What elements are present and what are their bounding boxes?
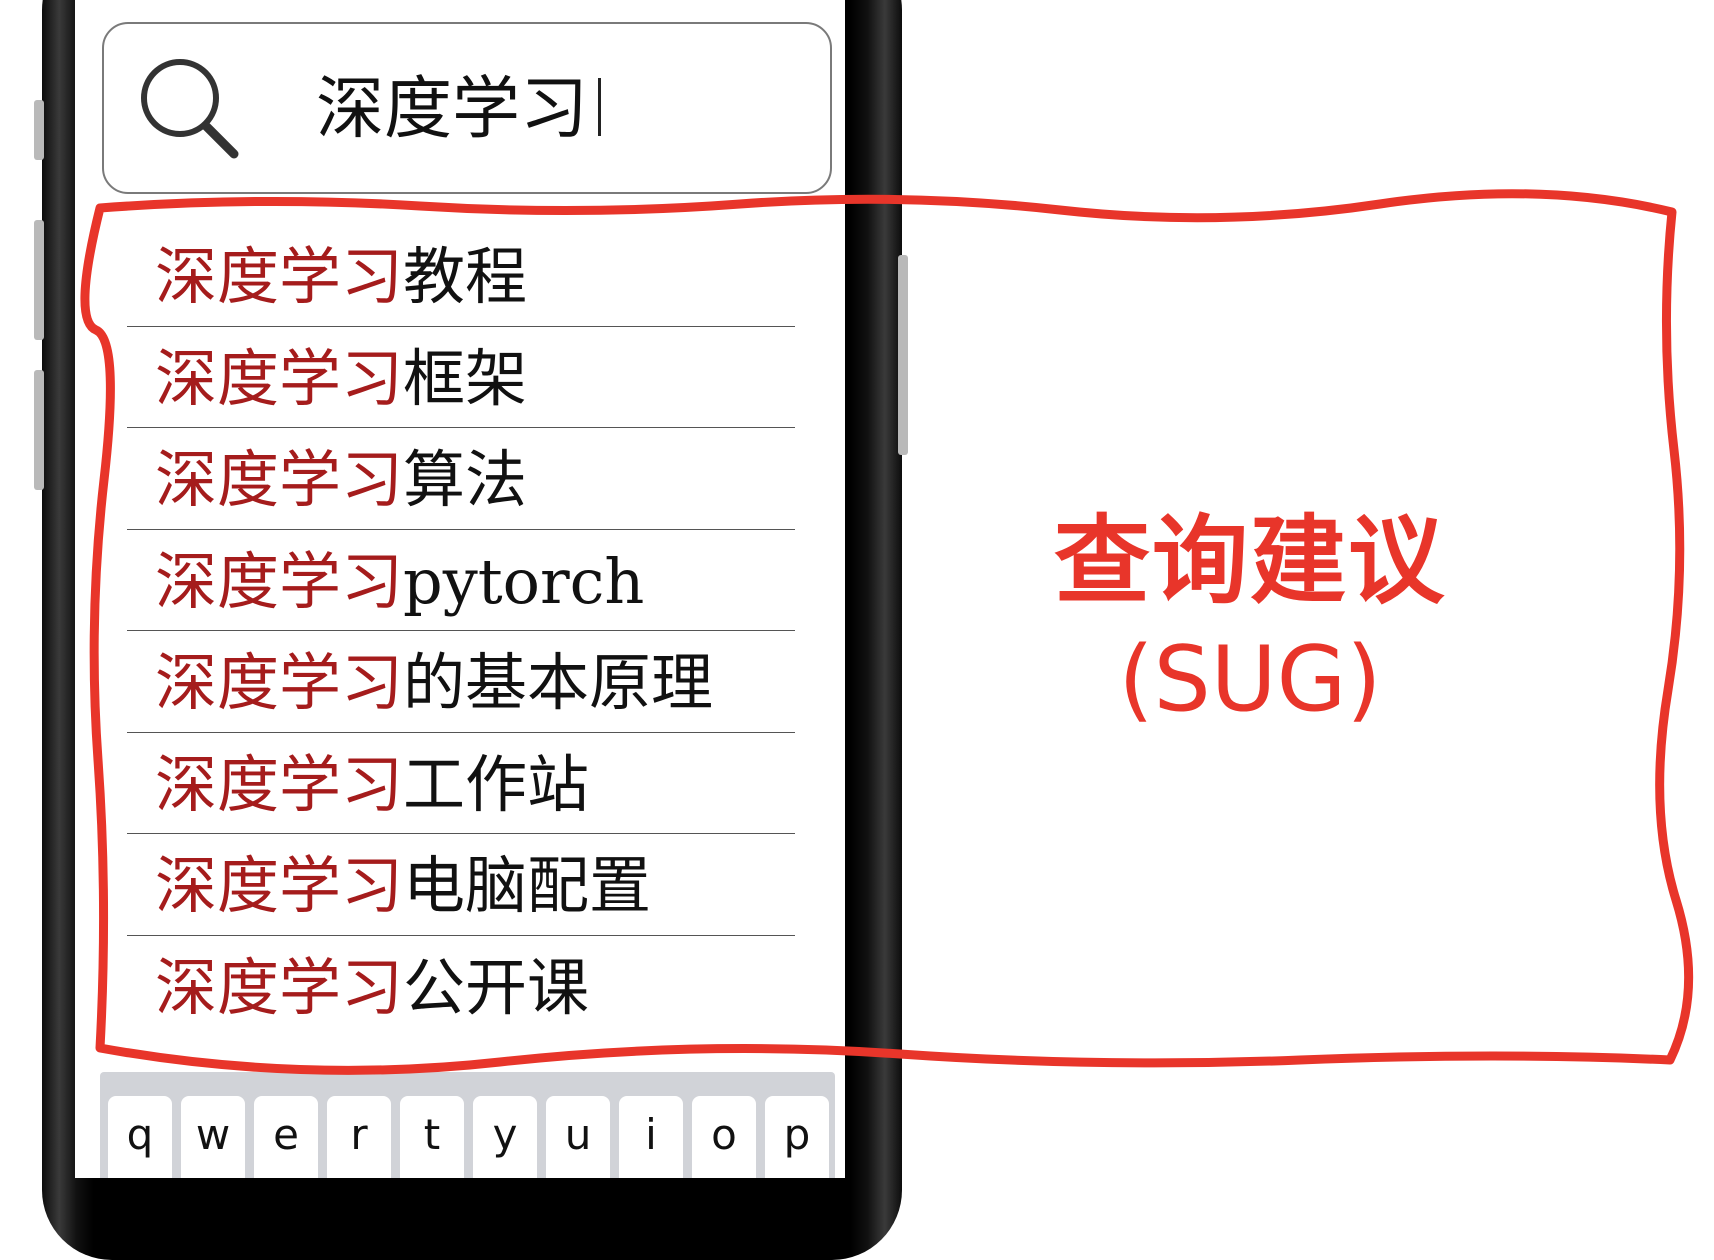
suggestion-item[interactable]: 深度学习工作站	[127, 733, 795, 834]
suggestion-item[interactable]: 深度学习的基本原理	[127, 631, 795, 733]
keyboard-row: q w e r t y u i o p	[108, 1096, 829, 1178]
key-w[interactable]: w	[181, 1096, 245, 1178]
suggestion-prefix: 深度学习	[155, 747, 404, 821]
volume-down-button	[34, 370, 44, 490]
suggestion-suffix: pytorch	[403, 544, 645, 618]
suggestion-prefix: 深度学习	[155, 849, 404, 922]
suggestion-suffix: 框架	[403, 341, 528, 415]
suggestion-prefix: 深度学习	[155, 646, 404, 719]
text-caret	[598, 78, 602, 136]
suggestion-list: 深度学习教程 深度学习框架 深度学习算法 深度学习pytorch 深度学习的基本…	[127, 225, 795, 1037]
suggestion-suffix: 算法	[403, 443, 528, 516]
key-p[interactable]: p	[765, 1096, 829, 1178]
mute-switch	[34, 100, 44, 160]
suggestion-prefix: 深度学习	[155, 950, 404, 1024]
suggestion-item[interactable]: 深度学习公开课	[127, 936, 795, 1038]
suggestion-item[interactable]: 深度学习pytorch	[127, 530, 795, 631]
search-bar[interactable]: 深度学习	[102, 22, 832, 194]
key-t[interactable]: t	[400, 1096, 464, 1178]
annotation-label: 查询建议	[1054, 505, 1446, 617]
search-input[interactable]: 深度学习	[316, 70, 602, 150]
suggestion-item[interactable]: 深度学习框架	[127, 327, 795, 428]
search-query: 深度学习	[316, 70, 589, 149]
suggestion-suffix: 教程	[403, 240, 528, 313]
suggestion-prefix: 深度学习	[155, 443, 404, 516]
key-q[interactable]: q	[108, 1096, 172, 1178]
keyboard: q w e r t y u i o p	[100, 1072, 835, 1178]
suggestion-item[interactable]: 深度学习电脑配置	[127, 834, 795, 936]
volume-up-button	[34, 220, 44, 340]
suggestion-suffix: 公开课	[403, 950, 590, 1024]
key-e[interactable]: e	[254, 1096, 318, 1178]
key-u[interactable]: u	[546, 1096, 610, 1178]
suggestion-prefix: 深度学习	[155, 544, 404, 618]
suggestion-item[interactable]: 深度学习教程	[127, 225, 795, 327]
phone-screen: 深度学习 深度学习教程 深度学习框架 深度学习算法 深度学习pytorch 深度…	[75, 0, 845, 1178]
suggestion-prefix: 深度学习	[155, 240, 404, 313]
suggestion-prefix: 深度学习	[155, 341, 404, 415]
key-y[interactable]: y	[473, 1096, 537, 1178]
key-i[interactable]: i	[619, 1096, 683, 1178]
search-icon	[141, 59, 239, 159]
suggestion-suffix: 的基本原理	[403, 646, 714, 719]
suggestion-suffix: 电脑配置	[403, 849, 652, 922]
key-o[interactable]: o	[692, 1096, 756, 1178]
power-button	[898, 255, 908, 455]
key-r[interactable]: r	[327, 1096, 391, 1178]
annotation-sublabel: (SUG)	[1118, 627, 1382, 732]
suggestion-item[interactable]: 深度学习算法	[127, 428, 795, 530]
suggestion-suffix: 工作站	[403, 747, 590, 821]
